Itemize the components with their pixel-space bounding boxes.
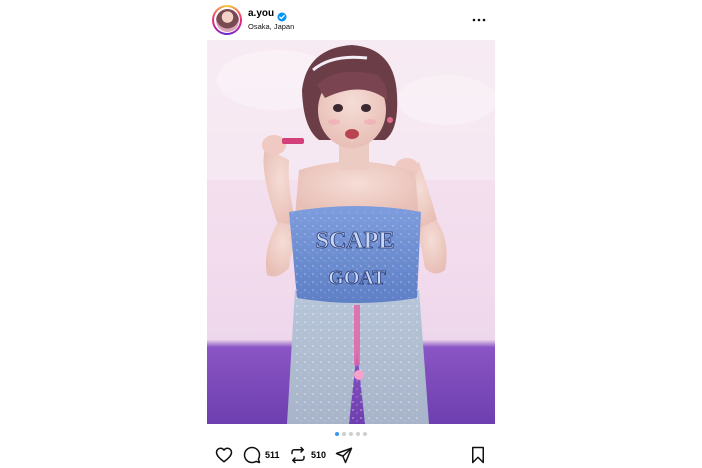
save-button[interactable] — [469, 444, 487, 466]
top-text-line1: SCAPE — [316, 228, 395, 254]
comment-bubble-icon — [243, 446, 261, 464]
top-text-line2: GOAT — [328, 267, 386, 289]
carousel-dot-4[interactable] — [356, 432, 360, 436]
comments-count: 511 — [265, 450, 280, 460]
more-options-icon[interactable] — [471, 13, 487, 25]
comment-button[interactable]: 511 — [243, 444, 280, 466]
carousel-dot-3[interactable] — [349, 432, 353, 436]
username-row: a.you — [248, 8, 287, 22]
carousel-indicator — [207, 432, 495, 438]
reposts-count: 510 — [311, 450, 327, 460]
post-header: a.you Osaka, Japan — [207, 4, 495, 36]
carousel-dot-1[interactable] — [335, 432, 339, 436]
send-paper-plane-icon — [335, 446, 353, 464]
repost-button[interactable]: 510 — [289, 444, 326, 466]
avatar-border — [214, 7, 240, 33]
location-link[interactable]: Osaka, Japan — [248, 22, 294, 32]
post-photo[interactable]: SCAPE GOAT — [207, 40, 495, 424]
avatar-image — [215, 8, 239, 32]
avatar[interactable] — [212, 5, 242, 35]
carousel-dot-2[interactable] — [342, 432, 346, 436]
like-button[interactable] — [215, 444, 233, 466]
share-button[interactable] — [335, 444, 353, 466]
verified-badge-icon — [277, 9, 287, 22]
heart-icon — [215, 446, 233, 464]
carousel-dot-5[interactable] — [363, 432, 367, 436]
username-link[interactable]: a.you — [248, 8, 274, 20]
post-actions: 511 510 — [207, 444, 495, 466]
bookmark-icon — [469, 446, 487, 464]
post-card: a.you Osaka, Japan SCAPE GOAT 511 510 — [207, 0, 495, 468]
repost-icon — [289, 446, 307, 464]
